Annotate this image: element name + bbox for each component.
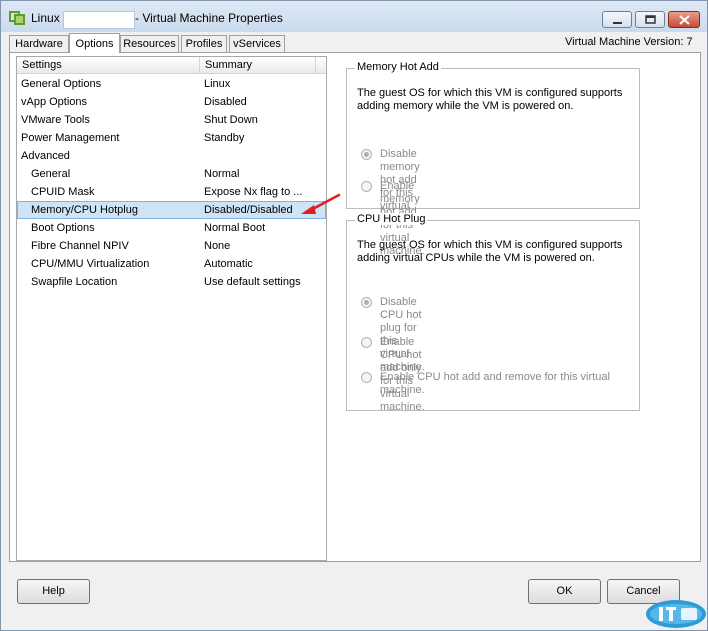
setting-name: CPUID Mask — [31, 186, 95, 198]
list-item-boot-options[interactable]: Boot Options Normal Boot — [17, 219, 326, 237]
options-panel: Settings Summary General Options Linux vA… — [9, 52, 701, 562]
window-title-prefix: Linux — [31, 11, 60, 25]
setting-summary: Normal — [204, 168, 240, 180]
setting-summary: None — [204, 240, 231, 252]
tab-hardware[interactable]: Hardware — [9, 35, 69, 52]
list-item-vmware-tools[interactable]: VMware Tools Shut Down — [17, 111, 326, 129]
setting-summary: Normal Boot — [204, 222, 266, 234]
setting-name: vApp Options — [21, 96, 88, 108]
vm-properties-icon — [9, 9, 25, 25]
column-header-settings[interactable]: Settings — [17, 57, 200, 74]
setting-summary: Automatic — [204, 258, 253, 270]
setting-name: Advanced — [21, 150, 70, 162]
group-description: The guest OS for which this VM is config… — [357, 87, 623, 112]
list-item-advanced[interactable]: Advanced — [17, 147, 326, 165]
title-bar: Linux - Virtual Machine Properties — [1, 1, 707, 32]
list-item-fibre-channel-npiv[interactable]: Fibre Channel NPIV None — [17, 237, 326, 255]
setting-name: Swapfile Location — [31, 276, 118, 288]
list-item-cpu-mmu-virtualization[interactable]: CPU/MMU Virtualization Automatic — [17, 255, 326, 273]
vm-version-label: Virtual Machine Version: 7 — [565, 36, 693, 48]
setting-name: CPU/MMU Virtualization — [31, 258, 150, 270]
tab-options[interactable]: Options — [69, 33, 120, 53]
tab-profiles[interactable]: Profiles — [181, 35, 227, 52]
radio-indicator — [361, 337, 372, 348]
setting-name: General — [31, 168, 71, 180]
group-description: The guest OS for which this VM is config… — [357, 239, 623, 264]
list-item-memory-cpu-hotplug[interactable]: Memory/CPU Hotplug Disabled/Disabled — [17, 201, 326, 219]
tab-resources[interactable]: Resources — [120, 35, 179, 52]
list-item-cpuid-mask[interactable]: CPUID Mask Expose Nx flag to ... — [17, 183, 326, 201]
list-item-general-options[interactable]: General Options Linux — [17, 75, 326, 93]
setting-name: General Options — [21, 78, 102, 90]
minimize-button[interactable] — [602, 11, 632, 28]
group-title: CPU Hot Plug — [355, 213, 428, 225]
list-item-power-management[interactable]: Power Management Standby — [17, 129, 326, 147]
radio-indicator — [361, 181, 372, 192]
list-item-general[interactable]: General Normal — [17, 165, 326, 183]
ok-button[interactable]: OK — [528, 579, 601, 604]
radio-label: Enable CPU hot add and remove for this v… — [380, 371, 610, 396]
setting-summary: Standby — [204, 132, 245, 144]
vm-name-redacted — [63, 11, 135, 29]
window-title-suffix: - Virtual Machine Properties — [135, 11, 283, 25]
list-item-vapp-options[interactable]: vApp Options Disabled — [17, 93, 326, 111]
minimize-icon — [613, 22, 622, 24]
annotation-arrow-icon — [301, 193, 341, 214]
help-button[interactable]: Help — [17, 579, 90, 604]
group-title: Memory Hot Add — [355, 61, 441, 73]
list-item-swapfile-location[interactable]: Swapfile Location Use default settings — [17, 273, 326, 291]
vm-properties-window: Linux - Virtual Machine Properties Hardw… — [0, 0, 708, 631]
settings-list: Settings Summary General Options Linux vA… — [16, 56, 327, 561]
cpu-hot-plug-group: CPU Hot Plug The guest OS for which this… — [346, 213, 640, 413]
setting-summary: Expose Nx flag to ... — [204, 186, 303, 198]
radio-indicator — [361, 149, 372, 160]
maximize-icon — [645, 15, 656, 24]
setting-name: Power Management — [21, 132, 120, 144]
setting-summary: Shut Down — [204, 114, 258, 126]
setting-name: Fibre Channel NPIV — [31, 240, 129, 252]
close-button[interactable] — [668, 11, 700, 28]
setting-name: Boot Options — [31, 222, 95, 234]
column-header-filler — [316, 57, 326, 74]
setting-name: VMware Tools — [21, 114, 90, 126]
setting-summary: Linux — [204, 78, 231, 90]
setting-summary: Disabled/Disabled — [204, 204, 293, 216]
setting-name: Memory/CPU Hotplug — [31, 204, 138, 216]
setting-summary: Use default settings — [204, 276, 301, 288]
setting-summary: Disabled — [204, 96, 247, 108]
tab-vservices[interactable]: vServices — [229, 35, 285, 52]
memory-hot-add-group: Memory Hot Add The guest OS for which th… — [346, 61, 640, 257]
radio-indicator — [361, 297, 372, 308]
close-icon — [679, 15, 690, 25]
watermark-logo — [646, 600, 706, 628]
maximize-button[interactable] — [635, 11, 665, 28]
column-header-summary[interactable]: Summary — [200, 57, 316, 74]
radio-indicator — [361, 372, 372, 383]
